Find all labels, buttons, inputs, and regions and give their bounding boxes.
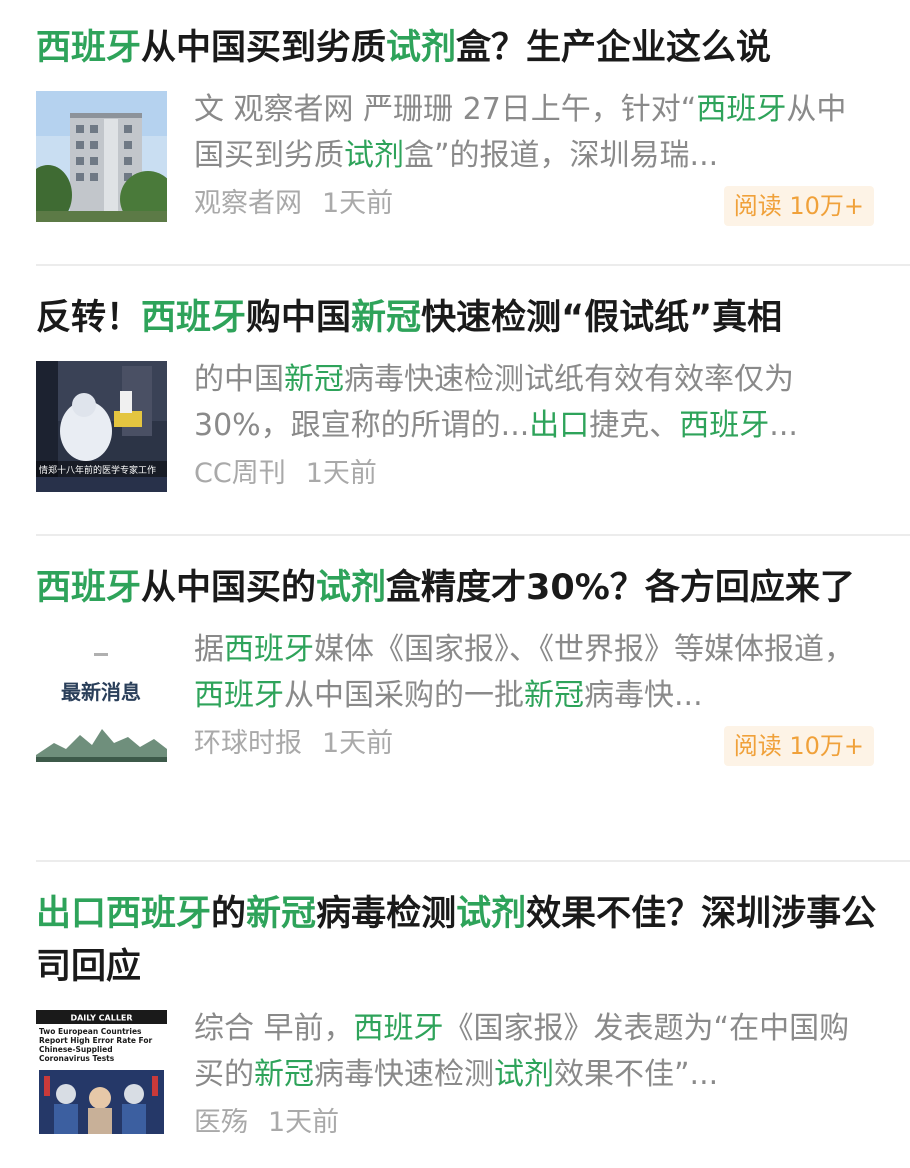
article-card[interactable]: 西班牙从中国买到劣质试剂盒？生产企业这么说 文 观察者网 严珊珊 27日上午，针… [0, 22, 910, 229]
thumbnail-caption: 情郑十八年前的医学专家工作 [39, 464, 156, 476]
thumbnail-headline: Two European Countries Report High Error… [39, 1027, 153, 1063]
keyword-highlight: 西班牙 [106, 894, 212, 934]
article-source[interactable]: 环球时报 [194, 728, 302, 759]
text-segment: 综合 早前， [194, 1011, 354, 1046]
text-segment: 从中国采购的一批 [284, 678, 524, 713]
article-time: 1天前 [322, 728, 394, 759]
article-source[interactable]: CC周刊 [194, 458, 286, 489]
article-excerpt: 综合 早前，西班牙《国家报》发表题为“在中国购买的新冠病毒快速检测试剂效果不佳”… [194, 1006, 866, 1098]
text-segment: 病毒快速检测 [314, 1057, 494, 1092]
text-segment: 文 观察者网 严珊珊 27日上午，针对“ [194, 92, 697, 127]
article-meta: 医殇 1天前 [194, 1104, 339, 1142]
text-segment: 从中国买到劣质 [141, 28, 387, 68]
article-excerpt: 据西班牙媒体《国家报》、《世界报》等媒体报道，西班牙从中国采购的一批新冠病毒快.… [194, 627, 866, 719]
text-segment: 从中国买的 [141, 568, 317, 608]
article-meta: CC周刊 1天前 [194, 455, 377, 493]
read-count-badge: 阅读 10万+ [723, 186, 874, 226]
article-time: 1天前 [268, 1107, 340, 1138]
article-title[interactable]: 西班牙从中国买的试剂盒精度才30%？各方回应来了 [36, 562, 896, 615]
article-thumbnail[interactable]: DAILY CALLER Two European Countries Repo… [36, 1010, 167, 1141]
article-time: 1天前 [305, 458, 377, 489]
text-segment: 盒？生产企业这么说 [456, 28, 772, 68]
text-segment: 据 [194, 632, 224, 667]
keyword-highlight: 试剂 [456, 894, 527, 934]
thumbnail-caption: 最新消息 [61, 680, 141, 704]
text-segment: 盒”的报道，深圳易瑞... [404, 138, 719, 173]
keyword-highlight: 西班牙 [141, 298, 247, 338]
keyword-highlight: 试剂 [494, 1057, 554, 1092]
article-feed: 西班牙从中国买到劣质试剂盒？生产企业这么说 文 观察者网 严珊珊 27日上午，针… [0, 0, 910, 1168]
article-excerpt: 文 观察者网 严珊珊 27日上午，针对“西班牙从中国买到劣质试剂盒”的报道，深圳… [194, 87, 866, 179]
article-source[interactable]: 观察者网 [194, 188, 302, 219]
text-segment: 病毒检测 [316, 894, 457, 934]
article-card[interactable]: 西班牙从中国买的试剂盒精度才30%？各方回应来了 最新消息 据西班牙媒体《国家报… [0, 534, 910, 769]
article-thumbnail[interactable]: 最新消息 [36, 631, 167, 762]
text-segment: 媒体《国家报》、《世界报》等媒体报道， [314, 632, 854, 667]
text-segment: 的 [211, 894, 247, 934]
keyword-highlight: 西班牙 [679, 408, 770, 443]
keyword-highlight: 试剂 [344, 138, 404, 173]
text-segment: 的中国 [194, 362, 284, 397]
text-segment: ... [769, 408, 798, 443]
read-count-badge: 阅读 10万+ [723, 726, 874, 766]
article-excerpt: 的中国新冠病毒快速检测试纸有效有效率仅为30%，跟宣称的所谓的...出口捷克、西… [194, 357, 866, 449]
article-card[interactable]: 反转！西班牙购中国新冠快速检测“假试纸”真相 情郑十八年前的医学专家工作 的中国… [0, 264, 910, 499]
article-title[interactable]: 西班牙从中国买到劣质试剂盒？生产企业这么说 [36, 22, 896, 75]
keyword-highlight: 西班牙 [36, 28, 142, 68]
article-time: 1天前 [322, 188, 394, 219]
article-title[interactable]: 反转！西班牙购中国新冠快速检测“假试纸”真相 [36, 292, 896, 345]
thumbnail-brand: DAILY CALLER [70, 1014, 132, 1023]
text-segment: 盒精度才30%？各方回应来了 [386, 568, 855, 608]
text-segment: 病毒快... [584, 678, 703, 713]
keyword-highlight: 试剂 [316, 568, 387, 608]
keyword-highlight: 西班牙 [194, 678, 284, 713]
keyword-highlight: 新冠 [246, 894, 317, 934]
article-meta: 环球时报 1天前 [194, 725, 393, 763]
text-segment: 购中国 [246, 298, 352, 338]
keyword-highlight: 西班牙 [224, 632, 314, 667]
keyword-highlight: 新冠 [524, 678, 584, 713]
article-meta: 观察者网 1天前 [194, 185, 393, 223]
keyword-highlight: 西班牙 [696, 92, 787, 127]
text-segment: 捷克、 [589, 408, 680, 443]
text-segment: 快速检测“假试纸”真相 [421, 298, 783, 338]
keyword-highlight: 新冠 [351, 298, 422, 338]
article-source[interactable]: 医殇 [194, 1107, 248, 1138]
keyword-highlight: 西班牙 [353, 1011, 444, 1046]
keyword-highlight: 西班牙 [36, 568, 142, 608]
article-card[interactable]: 出口西班牙的新冠病毒检测试剂效果不佳？深圳涉事公司回应 DAILY CALLER… [0, 860, 910, 1148]
article-title[interactable]: 出口西班牙的新冠病毒检测试剂效果不佳？深圳涉事公司回应 [36, 888, 896, 994]
keyword-highlight: 试剂 [386, 28, 457, 68]
keyword-highlight: 新冠 [254, 1057, 314, 1092]
article-thumbnail[interactable]: 情郑十八年前的医学专家工作 [36, 361, 167, 492]
keyword-highlight: 出口 [529, 408, 590, 443]
text-segment: 效果不佳”... [554, 1057, 719, 1092]
article-thumbnail[interactable] [36, 91, 167, 222]
keyword-highlight: 出口 [36, 894, 107, 934]
text-segment: 反转！ [36, 298, 142, 338]
keyword-highlight: 新冠 [284, 362, 344, 397]
